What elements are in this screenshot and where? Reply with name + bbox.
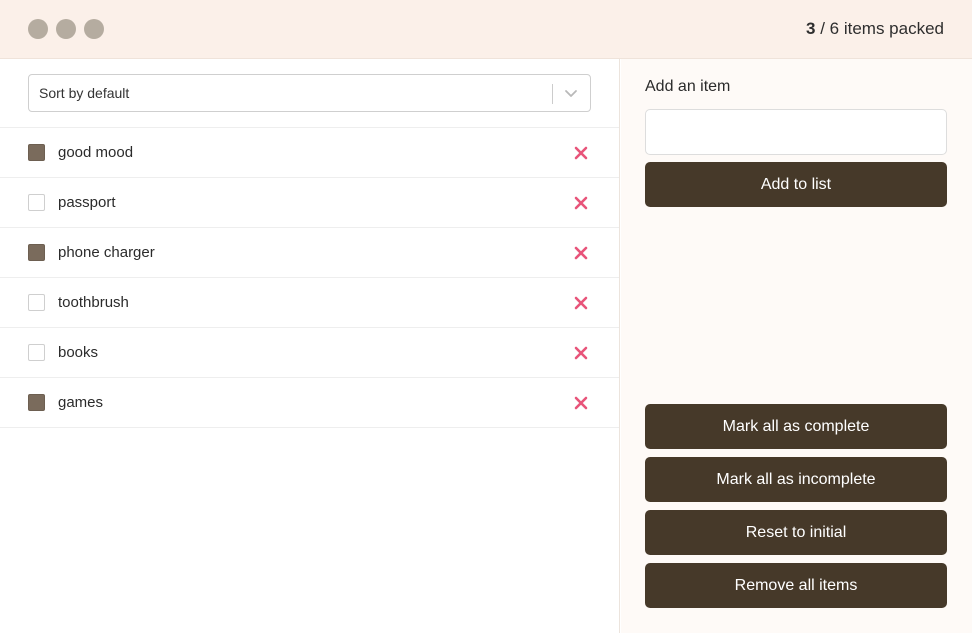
item-checkbox[interactable] (28, 144, 45, 161)
list-item: books (0, 328, 619, 378)
item-checkbox[interactable] (28, 344, 45, 361)
close-x-icon[interactable] (573, 145, 589, 161)
item-label: books (58, 344, 99, 361)
item-label: good mood (58, 144, 134, 161)
window-dot-minimize[interactable] (56, 19, 76, 39)
items-panel: Sort by default good mood passport phone c… (0, 59, 620, 633)
mark-all-incomplete-button[interactable]: Mark all as incomplete (645, 457, 947, 502)
list-item: toothbrush (0, 278, 619, 328)
close-x-icon[interactable] (573, 395, 589, 411)
app-window: 3 / 6 items packed Sort by default good … (0, 0, 972, 633)
mark-all-complete-button[interactable]: Mark all as complete (645, 404, 947, 449)
chevron-down-icon[interactable] (564, 86, 578, 100)
add-item-input[interactable] (645, 109, 947, 155)
window-controls (28, 19, 104, 39)
add-item-title: Add an item (645, 78, 731, 95)
list-item: passport (0, 178, 619, 228)
item-checkbox[interactable] (28, 244, 45, 261)
item-checkbox[interactable] (28, 194, 45, 211)
list-item: good mood (0, 128, 619, 178)
window-dot-close[interactable] (28, 19, 48, 39)
close-x-icon[interactable] (573, 195, 589, 211)
item-label: toothbrush (58, 294, 129, 311)
list-item: games (0, 378, 619, 428)
sidebar-panel: Add an item Add to list Mark all as comp… (621, 59, 972, 633)
remove-all-button[interactable]: Remove all items (645, 563, 947, 608)
packed-counter: 3 / 6 items packed (806, 19, 944, 39)
window-dot-maximize[interactable] (84, 19, 104, 39)
close-x-icon[interactable] (573, 295, 589, 311)
item-checkbox[interactable] (28, 394, 45, 411)
sort-select-value: Sort by default (39, 85, 130, 101)
header-bar: 3 / 6 items packed (0, 0, 972, 59)
item-list: good mood passport phone charger toothbrush… (0, 128, 619, 428)
close-x-icon[interactable] (573, 245, 589, 261)
item-label: passport (58, 194, 116, 211)
item-label: phone charger (58, 244, 155, 261)
sort-bar: Sort by default (0, 59, 619, 128)
add-to-list-button[interactable]: Add to list (645, 162, 947, 207)
item-checkbox[interactable] (28, 294, 45, 311)
sort-select[interactable]: Sort by default (28, 74, 591, 112)
list-item: phone charger (0, 228, 619, 278)
close-x-icon[interactable] (573, 345, 589, 361)
reset-initial-button[interactable]: Reset to initial (645, 510, 947, 555)
sort-divider (552, 84, 553, 104)
item-label: games (58, 394, 104, 411)
packed-total-text: / 6 items packed (815, 19, 944, 38)
